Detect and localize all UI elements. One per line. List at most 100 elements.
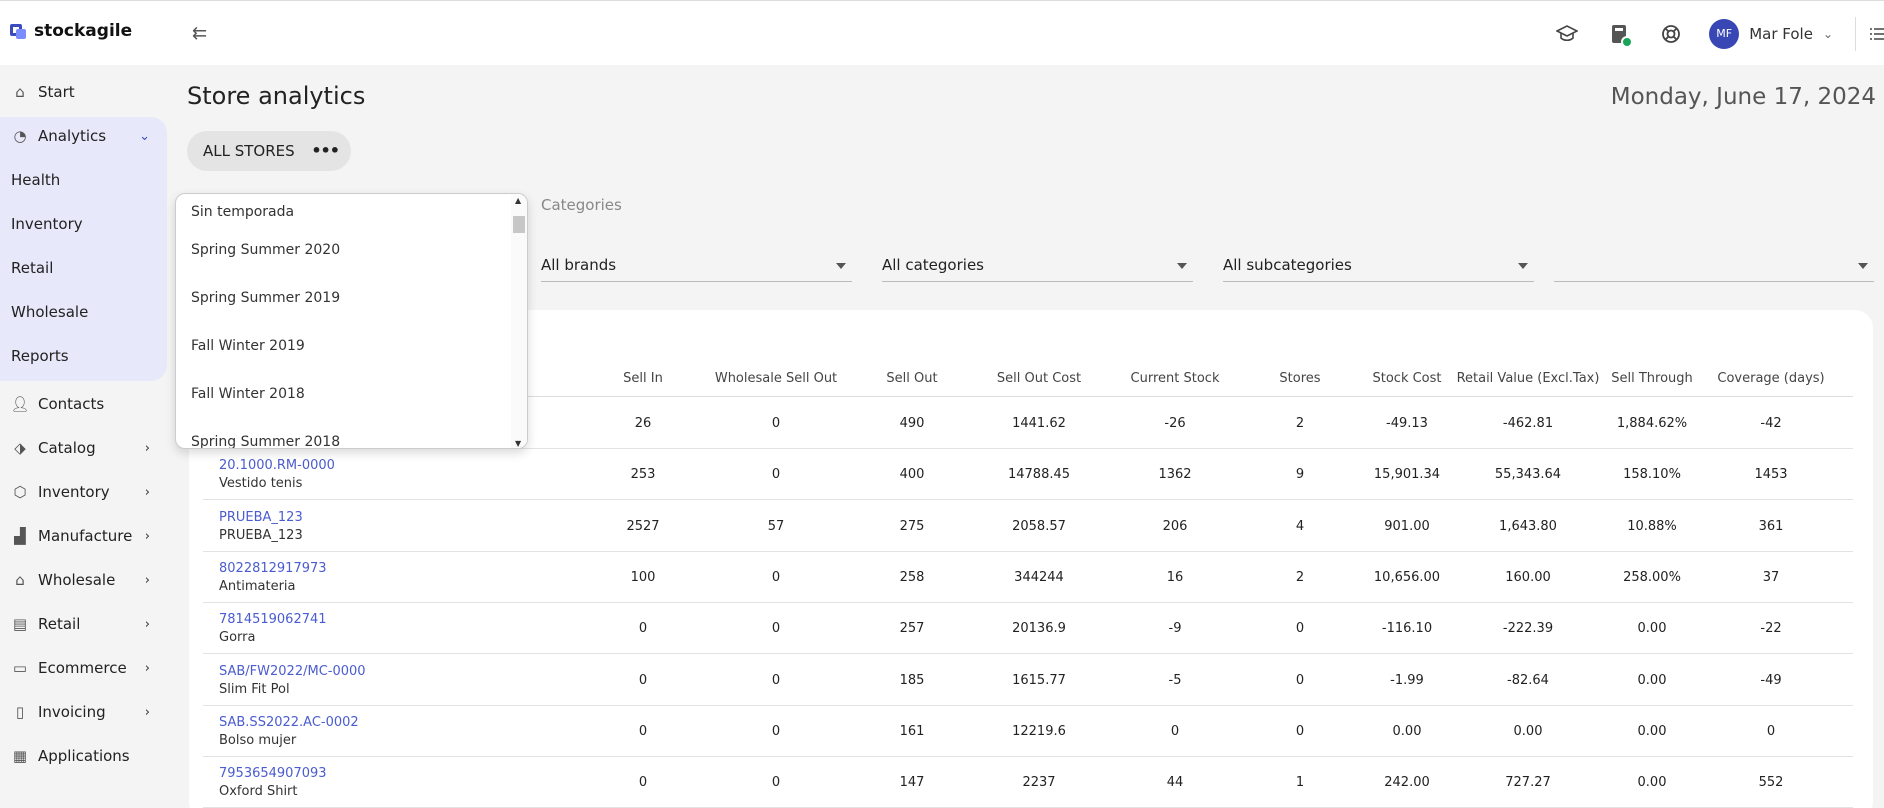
table-cell: -22 — [1760, 621, 1782, 637]
avatar: MF — [1709, 18, 1740, 49]
top-icons: MF Mar Fole ⌄ — [1553, 1, 1884, 66]
sidebar-item-retail-analytics[interactable]: Retail — [0, 248, 168, 288]
chevron-right-icon: › — [144, 572, 150, 588]
logo[interactable]: stockagile — [10, 21, 132, 41]
subcategory-filter[interactable]: All subcategories — [1223, 252, 1534, 282]
table-cell: 0 — [1766, 723, 1776, 739]
table-row[interactable]: PRUEBA_123 PRUEBA_123 2527 57 275 2058.57 206 4… — [203, 501, 1853, 552]
table-cell: -5 — [1168, 672, 1182, 688]
sidebar-item-wholesale-analytics[interactable]: Wholesale — [0, 292, 168, 332]
sidebar-item-wholesale[interactable]: ⌂ Wholesale › — [0, 560, 168, 600]
product-code-link[interactable]: SAB.SS2022.AC-0002 — [219, 715, 359, 730]
table-cell: 0 — [771, 775, 781, 791]
sidebar-item-invoicing[interactable]: ▯ Invoicing › — [0, 692, 168, 732]
extra-filter[interactable] — [1554, 252, 1874, 282]
sidebar-item-start[interactable]: ⌂ Start — [0, 72, 168, 112]
product-code-link[interactable]: 7814519062741 — [219, 612, 327, 627]
table-row[interactable]: SAB/FW2022/MC-0000 Slim Fit Pol 0 0 185 1615.… — [203, 655, 1853, 706]
chevron-right-icon: › — [144, 440, 150, 456]
sidebar-item-label: Inventory — [11, 215, 83, 233]
table-cell: 0 — [638, 621, 648, 637]
divider — [1855, 16, 1856, 51]
sidebar-item-reports[interactable]: Reports — [0, 336, 168, 376]
product-code-link[interactable]: 7953654907093 — [219, 766, 327, 781]
sidebar-item-ecommerce[interactable]: ▭ Ecommerce › — [0, 648, 168, 688]
season-option[interactable]: Sin temporada — [176, 194, 511, 226]
table-cell: 0 — [1295, 621, 1305, 637]
warehouse-icon: ⌂ — [15, 571, 25, 589]
brand-filter[interactable]: All brands — [541, 252, 852, 282]
sidebar-item-manufacture[interactable]: ▟ Manufacture › — [0, 516, 168, 556]
product-code-link[interactable]: PRUEBA_123 — [219, 510, 303, 525]
sidebar-item-label: Retail — [11, 259, 54, 277]
table-cell: 0 — [771, 569, 781, 585]
menu-list-icon[interactable] — [1870, 20, 1884, 48]
column-header[interactable]: Sell Out — [886, 371, 937, 386]
page-date: Monday, June 17, 2024 — [1610, 84, 1876, 110]
table-cell: 258 — [899, 569, 925, 585]
tab-categories[interactable]: Categories — [541, 196, 622, 214]
sidebar-item-contacts[interactable]: 👤︎ Contacts — [0, 384, 168, 424]
sidebar-item-label: Health — [11, 171, 61, 189]
table-cell: 9 — [1295, 467, 1305, 483]
season-option[interactable]: Spring Summer 2020 — [176, 226, 511, 274]
store-selector[interactable]: ALL STORES ••• — [187, 131, 351, 171]
printer-status-icon[interactable] — [1605, 20, 1634, 48]
table-cell: 0.00 — [1637, 775, 1667, 791]
table-cell: -222.39 — [1502, 621, 1554, 637]
column-header[interactable]: Coverage (days) — [1717, 371, 1824, 386]
column-header[interactable]: Current Stock — [1131, 371, 1220, 386]
column-header[interactable]: Stores — [1279, 371, 1320, 386]
table-cell: -49.13 — [1386, 416, 1428, 431]
product-code-link[interactable]: SAB/FW2022/MC-0000 — [219, 664, 366, 679]
sidebar-item-health[interactable]: Health — [0, 160, 168, 200]
table-cell: 0.00 — [1637, 621, 1667, 637]
table-row[interactable]: 20.1000.RM-0000 Vestido tenis 253 0 400 14788… — [203, 449, 1853, 501]
more-options-icon[interactable]: ••• — [311, 141, 340, 160]
season-option[interactable]: Spring Summer 2019 — [176, 274, 511, 322]
sidebar-item-inventory-analytics[interactable]: Inventory — [0, 204, 168, 244]
season-dropdown[interactable]: Sin temporada Spring Summer 2020 Spring Su… — [175, 193, 528, 449]
table-cell: 344244 — [1014, 569, 1064, 585]
table-cell: 2237 — [1022, 775, 1056, 791]
collapse-sidebar-icon[interactable]: ⇇ — [192, 23, 207, 44]
sidebar-item-retail[interactable]: ▤ Retail › — [0, 604, 168, 644]
season-option[interactable]: Fall Winter 2019 — [176, 322, 511, 370]
table-row[interactable]: 8022812917973 Antimateria 100 0 258 344244 16 2… — [203, 552, 1853, 603]
table-row[interactable]: 7814519062741 Gorra 0 0 257 20136.9 -9 0 -116.10… — [203, 603, 1853, 655]
product-code-link[interactable]: 8022812917973 — [219, 561, 327, 576]
column-header[interactable]: Retail Value (Excl.Tax) — [1457, 371, 1600, 386]
column-header[interactable]: Wholesale Sell Out — [715, 371, 837, 386]
chevron-right-icon: › — [144, 484, 150, 500]
table-cell: 185 — [899, 672, 925, 688]
sidebar-item-inventory[interactable]: ⬡ Inventory › — [0, 472, 168, 512]
product-code-link[interactable]: 20.1000.RM-0000 — [219, 458, 335, 473]
sidebar-item-label: Reports — [11, 347, 69, 365]
sidebar-item-label: Invoicing — [38, 703, 106, 721]
season-option[interactable]: Spring Summer 2018 — [176, 418, 511, 448]
table-cell: 4 — [1295, 518, 1305, 534]
table-row[interactable]: SAB.SS2022.AC-0002 Bolso mujer 0 0 161 12219.… — [203, 706, 1853, 757]
scroll-up-icon[interactable]: ▲ — [515, 196, 521, 205]
sidebar-item-analytics[interactable]: ◔ Analytics ⌄ — [0, 116, 168, 156]
dropdown-scrollbar[interactable]: ▲ ▼ — [511, 194, 527, 448]
scroll-down-icon[interactable]: ▼ — [515, 439, 521, 448]
sidebar-item-catalog[interactable]: ⬗ Catalog › — [0, 428, 168, 468]
sidebar-item-applications[interactable]: ▦ Applications — [0, 736, 168, 776]
category-filter[interactable]: All categories — [882, 252, 1193, 282]
column-header[interactable]: Sell Out Cost — [997, 371, 1081, 386]
column-header[interactable]: Sell Through — [1611, 371, 1693, 386]
table-cell: 26 — [634, 416, 652, 431]
season-option[interactable]: Fall Winter 2018 — [176, 370, 511, 418]
user-menu[interactable]: MF Mar Fole ⌄ — [1709, 18, 1833, 49]
table-row[interactable]: 7953654907093 Oxford Shirt 0 0 147 2237 44 1 242… — [203, 757, 1853, 808]
academy-icon[interactable] — [1553, 20, 1581, 48]
logo-text: stockagile — [34, 21, 133, 41]
column-header[interactable]: Stock Cost — [1372, 371, 1441, 386]
table-cell: 1 — [1295, 775, 1305, 791]
table-cell: 15,901.34 — [1373, 467, 1441, 483]
scroll-thumb[interactable] — [513, 216, 525, 233]
support-icon[interactable] — [1657, 20, 1685, 48]
column-header[interactable]: Sell In — [623, 371, 663, 386]
table-cell: 275 — [899, 518, 925, 534]
